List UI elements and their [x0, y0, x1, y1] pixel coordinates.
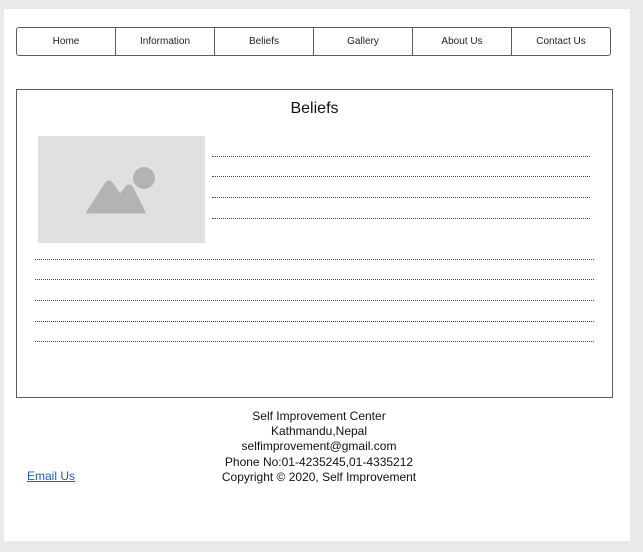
section-title: Beliefs — [290, 100, 339, 117]
top-nav: Home Information Beliefs Gallery About U… — [16, 27, 611, 56]
beliefs-section: Beliefs — [16, 89, 613, 398]
text-placeholder-line — [35, 341, 594, 342]
nav-home[interactable]: Home — [17, 28, 116, 55]
text-placeholder-line — [212, 197, 590, 198]
text-placeholder-line — [35, 300, 594, 301]
footer-org-name: Self Improvement Center — [252, 409, 386, 423]
text-placeholder-line — [35, 279, 594, 280]
nav-contact-us[interactable]: Contact Us — [512, 28, 610, 55]
footer-copyright: Copyright © 2020, Self Improvement — [221, 469, 417, 484]
image-placeholder — [38, 136, 205, 243]
footer-phone: Phone No:01-4235245,01-4335212 — [224, 454, 414, 469]
text-placeholder-line — [35, 259, 594, 260]
nav-information[interactable]: Information — [116, 28, 215, 55]
text-placeholder-line — [35, 321, 594, 322]
page: Home Information Beliefs Gallery About U… — [4, 9, 630, 541]
nav-beliefs[interactable]: Beliefs — [215, 28, 314, 55]
nav-gallery[interactable]: Gallery — [314, 28, 413, 55]
text-placeholder-line — [212, 218, 590, 219]
text-placeholder-line — [212, 156, 590, 157]
footer-address: Kathmandu,Nepal — [270, 424, 368, 439]
email-us-link[interactable]: Email Us — [27, 469, 75, 483]
footer: Self Improvement Center Kathmandu,Nepal … — [16, 409, 622, 485]
nav-about-us[interactable]: About Us — [413, 28, 512, 55]
text-placeholder-line — [212, 176, 590, 177]
footer-email: selfimprovement@gmail.com — [241, 439, 397, 454]
image-placeholder-icon — [86, 167, 155, 214]
